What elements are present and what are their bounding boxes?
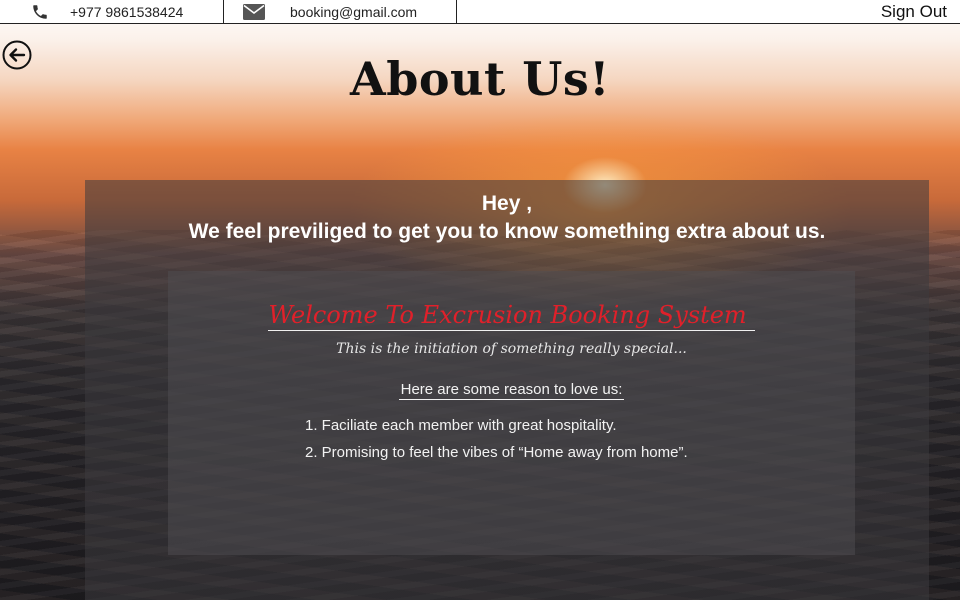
envelope-icon bbox=[242, 3, 266, 20]
about-panel: Hey , We feel previliged to get you to k… bbox=[85, 180, 929, 600]
phone-icon bbox=[30, 3, 50, 21]
reasons-list: 1. Faciliate each member with great hosp… bbox=[305, 417, 825, 471]
welcome-heading-text: Welcome To Excrusion Booking System bbox=[268, 301, 755, 331]
intro-message: We feel previliged to get you to know so… bbox=[188, 220, 826, 243]
top-contact-bar: +977 9861538424 booking@gmail.com Sign O… bbox=[0, 0, 960, 24]
email-address: booking@gmail.com bbox=[290, 3, 418, 20]
greeting-text: Hey , bbox=[481, 192, 533, 215]
tagline-text: This is the initiation of something real… bbox=[336, 341, 687, 357]
page-title: About Us! bbox=[350, 52, 610, 106]
list-item: 1. Faciliate each member with great hosp… bbox=[305, 417, 617, 434]
welcome-heading: Welcome To Excrusion Booking System bbox=[168, 301, 855, 331]
phone-contact: +977 9861538424 bbox=[0, 0, 224, 24]
reasons-heading-text: Here are some reason to love us: bbox=[398, 381, 625, 400]
phone-number: +977 9861538424 bbox=[70, 3, 184, 20]
list-item: 2. Promising to feel the vibes of “Home … bbox=[305, 444, 688, 461]
email-contact: booking@gmail.com bbox=[224, 0, 457, 24]
welcome-panel: Welcome To Excrusion Booking System This… bbox=[168, 271, 855, 555]
sign-out-link[interactable]: Sign Out bbox=[881, 2, 947, 22]
reasons-heading: Here are some reason to love us: bbox=[168, 381, 855, 400]
